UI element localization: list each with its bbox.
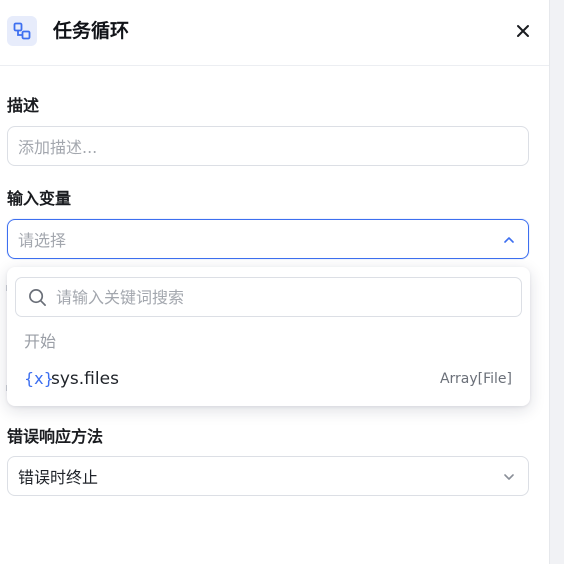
- option-type: Array[File]: [439, 371, 512, 387]
- input-variable-placeholder: 请选择: [18, 231, 67, 250]
- search-placeholder: 请输入关键词搜索: [56, 288, 185, 307]
- search-icon: [29, 289, 46, 306]
- description-label: 描述: [7, 96, 40, 115]
- close-button[interactable]: [513, 21, 533, 41]
- loop-nodes-icon: [7, 16, 37, 46]
- input-variable-select[interactable]: 请选择: [7, 219, 529, 259]
- description-placeholder: 添加描述...: [18, 138, 98, 157]
- canvas-edge: [549, 0, 564, 564]
- option-sys-files[interactable]: {x} sys.files Array[File]: [7, 362, 530, 396]
- panel-title: 任务循环: [53, 20, 130, 42]
- error-handling-select[interactable]: 错误时终止: [7, 456, 529, 496]
- error-handling-value: 错误时终止: [18, 468, 99, 487]
- error-handling-label: 错误响应方法: [7, 427, 104, 446]
- close-icon: [517, 25, 529, 37]
- task-loop-panel: 任务循环 描述 添加描述... 输入变量 请选择 错误响应方法 错误时终止 请输…: [0, 0, 549, 564]
- group-label-start: 开始: [24, 332, 57, 351]
- variable-icon: {x}: [24, 369, 54, 388]
- chevron-up-icon: [504, 237, 514, 243]
- description-input[interactable]: 添加描述...: [7, 126, 529, 166]
- panel-header: 任务循环: [0, 0, 549, 66]
- chevron-down-icon: [504, 474, 514, 480]
- variable-dropdown: 请输入关键词搜索 开始 {x} sys.files Array[File]: [7, 267, 530, 406]
- variable-search-input[interactable]: 请输入关键词搜索: [15, 277, 522, 317]
- option-name: sys.files: [51, 369, 119, 389]
- input-variable-label: 输入变量: [7, 189, 72, 208]
